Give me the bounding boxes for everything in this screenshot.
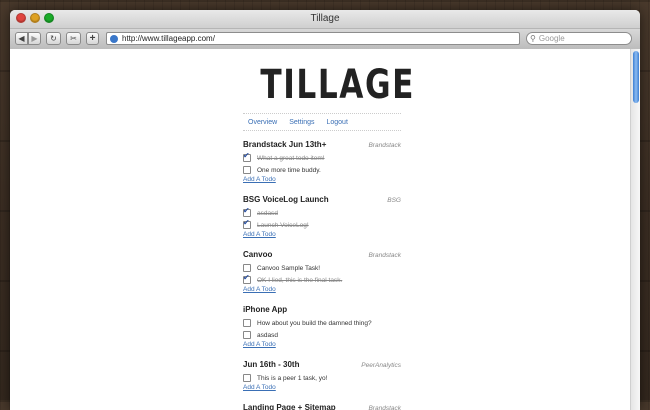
add-todo-link[interactable]: Add A Todo [243, 176, 401, 186]
project-title[interactable]: iPhone App [243, 305, 287, 314]
window-title: Tillage [310, 13, 340, 24]
page-content: TILLAGE Overview Settings Logout Brandst… [10, 49, 630, 410]
todo-text: How about you build the damned thing? [257, 319, 372, 327]
todo-item: Launch VoiceLog! [243, 218, 401, 231]
project-block: BSG VoiceLog Launch BSG asdasd Launch Voice… [243, 195, 401, 241]
search-field[interactable]: ⚲ Google [526, 32, 632, 45]
project-client: Brandstack [368, 142, 401, 149]
project-block: Brandstack Jun 13th+ Brandstack What a gre… [243, 140, 401, 186]
todo-checkbox[interactable] [243, 264, 251, 272]
tillage-page: TILLAGE Overview Settings Logout Brandst… [243, 49, 413, 410]
todo-item: OK I lied, this is the final task. [243, 273, 401, 286]
search-icon: ⚲ [530, 34, 536, 43]
globe-icon [110, 34, 118, 43]
nav-logout[interactable]: Logout [326, 119, 347, 126]
add-todo-link[interactable]: Add A Todo [243, 341, 401, 351]
project-title[interactable]: Jun 16th - 30th [243, 360, 299, 369]
add-todo-link[interactable]: Add A Todo [243, 231, 401, 241]
snapback-icon: ✂ [70, 34, 77, 43]
add-todo-link[interactable]: Add A Todo [243, 384, 401, 394]
project-header: iPhone App [243, 305, 401, 317]
todo-text: OK I lied, this is the final task. [257, 276, 343, 284]
todo-checkbox[interactable] [243, 331, 251, 339]
project-block: Jun 16th - 30th PeerAnalytics This is a pe… [243, 360, 401, 394]
todo-text: Launch VoiceLog! [257, 221, 309, 229]
todo-text: asdasd [257, 331, 278, 339]
todo-text: What a great todo item! [257, 154, 325, 162]
project-header: Canvoo Brandstack [243, 250, 401, 262]
project-client: Brandstack [368, 252, 401, 259]
project-header: Landing Page + Sitemap Brandstack [243, 403, 401, 410]
todo-checkbox[interactable] [243, 273, 251, 284]
todo-item: asdasd [243, 206, 401, 219]
content-layer: TILLAGE Overview Settings Logout Brandst… [10, 10, 640, 410]
todo-item: asdasd [243, 329, 401, 341]
nav-settings[interactable]: Settings [289, 119, 314, 126]
back-button[interactable]: ◀ [15, 32, 28, 45]
project-client: Brandstack [368, 405, 401, 410]
project-title[interactable]: Landing Page + Sitemap [243, 403, 336, 410]
back-arrow-icon: ◀ [18, 34, 25, 43]
todo-checkbox[interactable] [243, 166, 251, 174]
app-logo[interactable]: TILLAGE [260, 63, 413, 107]
forward-arrow-icon: ▶ [31, 34, 38, 43]
todo-text: This is a peer 1 task, yo! [257, 374, 328, 382]
project-title[interactable]: Canvoo [243, 250, 272, 259]
todo-item: What a great todo item! [243, 151, 401, 164]
add-todo-link[interactable]: Add A Todo [243, 286, 401, 296]
project-block: Canvoo Brandstack Canvoo Sample Task! OK I … [243, 250, 401, 296]
reload-button[interactable]: ↻ [46, 32, 61, 45]
todo-item: This is a peer 1 task, yo! [243, 372, 401, 384]
todo-text: One more time buddy. [257, 166, 321, 174]
nav-overview[interactable]: Overview [248, 119, 277, 126]
project-list: Brandstack Jun 13th+ Brandstack What a gre… [243, 140, 401, 410]
todo-checkbox[interactable] [243, 319, 251, 327]
todo-text: Canvoo Sample Task! [257, 264, 321, 272]
project-header: Brandstack Jun 13th+ Brandstack [243, 140, 401, 152]
project-header: Jun 16th - 30th PeerAnalytics [243, 360, 401, 372]
project-block: Landing Page + SitemapBrandstackMake the… [243, 403, 401, 410]
project-title[interactable]: BSG VoiceLog Launch [243, 195, 329, 204]
todo-item: How about you build the damned thing? [243, 317, 401, 329]
project-block: iPhone App How about you build the damned… [243, 305, 401, 351]
todo-checkbox[interactable] [243, 218, 251, 229]
todo-checkbox[interactable] [243, 151, 251, 162]
forward-button[interactable]: ▶ [28, 32, 41, 45]
snapback-button[interactable]: ✂ [66, 32, 81, 45]
title-bar: Tillage [10, 10, 640, 29]
browser-toolbar: ◀ ▶ ↻ ✂ + http://www.tillageapp.com/ ⚲ G… [10, 29, 640, 50]
search-placeholder: Google [538, 34, 565, 43]
add-bookmark-button[interactable]: + [86, 32, 99, 45]
project-client: BSG [387, 197, 401, 204]
todo-item: Canvoo Sample Task! [243, 262, 401, 274]
todo-item: One more time buddy. [243, 164, 401, 176]
todo-checkbox[interactable] [243, 206, 251, 217]
url-text: http://www.tillageapp.com/ [122, 34, 215, 43]
address-bar[interactable]: http://www.tillageapp.com/ [106, 32, 520, 45]
plus-icon: + [89, 33, 96, 44]
reload-icon: ↻ [50, 34, 57, 43]
todo-checkbox[interactable] [243, 374, 251, 382]
todo-text: asdasd [257, 209, 278, 217]
project-header: BSG VoiceLog Launch BSG [243, 195, 401, 207]
main-nav: Overview Settings Logout [243, 113, 401, 131]
project-client: PeerAnalytics [361, 362, 401, 369]
project-title[interactable]: Brandstack Jun 13th+ [243, 140, 326, 149]
